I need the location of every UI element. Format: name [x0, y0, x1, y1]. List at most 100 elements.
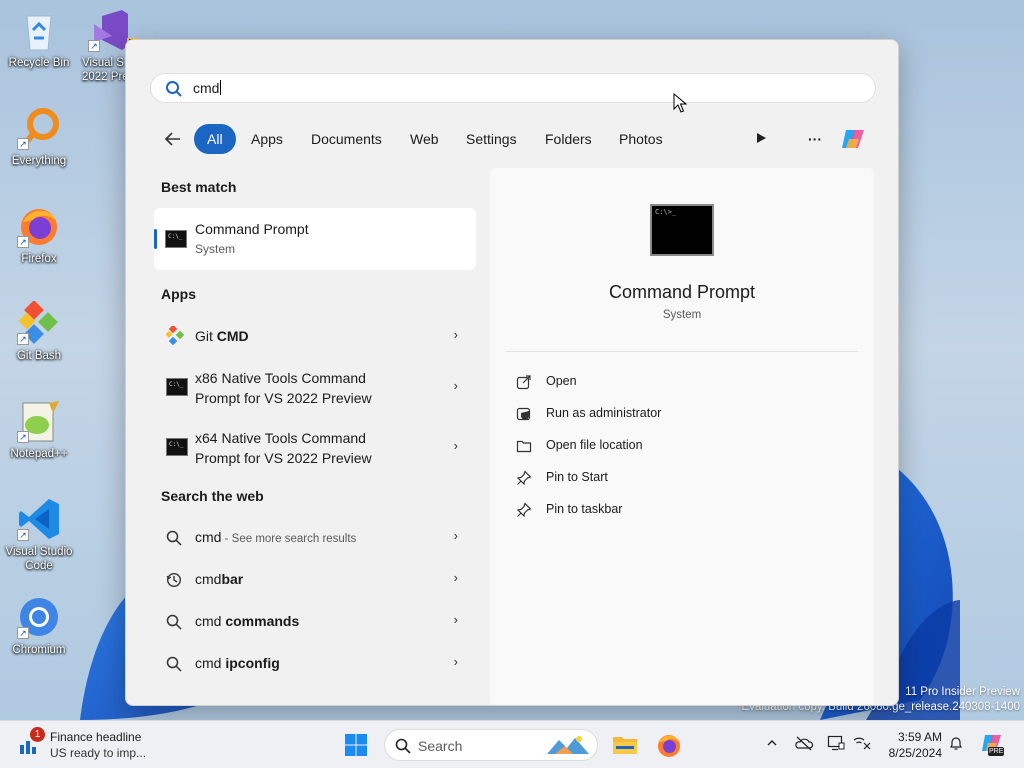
text-caret	[220, 80, 222, 95]
chevron-right-icon[interactable]: ›	[454, 378, 458, 393]
play-icon[interactable]	[750, 128, 772, 150]
result-title-line1: x86 Native Tools Command	[195, 370, 366, 386]
desktop-icon-vscode[interactable]: ↗ Visual Studio Code	[4, 497, 74, 573]
git-cmd-icon	[165, 324, 186, 349]
result-title: Git CMD	[195, 328, 249, 344]
shortcut-arrow-icon: ↗	[17, 627, 29, 639]
filter-chip-all[interactable]: All	[194, 124, 236, 154]
action-open[interactable]: Open	[516, 370, 846, 394]
app-result-x64-native-tools[interactable]: x64 Native Tools Command Prompt for VS 2…	[154, 426, 476, 470]
apps-header: Apps	[161, 286, 196, 302]
taskbar-search[interactable]: Search	[384, 729, 598, 761]
desktop-icon-label: Visual Studio Code	[5, 546, 73, 572]
desktop-icon-label: Firefox	[21, 253, 57, 265]
detail-title: Command Prompt	[608, 282, 756, 302]
action-run-as-administrator[interactable]: Run as administrator	[516, 402, 846, 426]
web-result-cmdbar[interactable]: cmdbar ›	[154, 566, 476, 596]
search-web-header: Search the web	[161, 488, 264, 504]
pin-icon	[516, 470, 532, 486]
recycle-bin-icon	[17, 8, 61, 52]
chevron-right-icon[interactable]: ›	[454, 654, 458, 669]
desktop-icon-label: Chromium	[12, 644, 66, 656]
action-label: Pin to Start	[546, 470, 608, 484]
pin-icon	[516, 502, 532, 518]
evaluation-watermark-line1: 11 Pro Insider Preview	[905, 686, 1020, 698]
result-title-line2: Prompt for VS 2022 Preview	[195, 450, 372, 466]
result-title: cmd commands	[195, 613, 300, 629]
chevron-up-icon[interactable]	[762, 735, 782, 755]
desktop-icon-everything[interactable]: ↗ Everything	[4, 106, 74, 168]
search-query[interactable]: cmd	[193, 80, 222, 96]
firefox-icon: ↗	[17, 204, 61, 248]
search-box[interactable]: cmd	[150, 73, 876, 103]
desktop-icon-chromium[interactable]: ↗ Chromium	[4, 595, 74, 657]
command-prompt-icon	[165, 230, 187, 248]
command-prompt-large-icon	[650, 204, 714, 256]
clock[interactable]: 3:59 AM 8/25/2024	[880, 729, 942, 761]
chevron-right-icon[interactable]: ›	[454, 327, 458, 342]
result-title: cmd - See more search results	[195, 529, 357, 545]
open-icon	[516, 374, 532, 390]
action-label: Open	[546, 374, 577, 388]
onedrive-offline-icon[interactable]	[794, 735, 814, 755]
search-icon	[166, 530, 182, 549]
result-title: Command Prompt	[195, 221, 309, 237]
shortcut-arrow-icon: ↗	[17, 529, 29, 541]
result-title: cmd ipconfig	[195, 655, 280, 671]
web-result-cmd[interactable]: cmd - See more search results ›	[154, 524, 476, 554]
notification-bell-icon[interactable]	[946, 735, 966, 755]
detail-pane: Command Prompt System Open Run as admini…	[490, 168, 874, 705]
back-arrow-icon[interactable]	[162, 128, 184, 150]
action-label: Run as administrator	[546, 406, 662, 420]
action-open-file-location[interactable]: Open file location	[516, 434, 846, 458]
chevron-right-icon[interactable]: ›	[454, 612, 458, 627]
shortcut-arrow-icon: ↗	[17, 333, 29, 345]
firefox-taskbar-icon[interactable]	[656, 732, 682, 758]
action-pin-to-taskbar[interactable]: Pin to taskbar	[516, 498, 846, 522]
shortcut-arrow-icon: ↗	[17, 138, 29, 150]
history-icon	[166, 572, 182, 591]
command-prompt-icon	[166, 438, 188, 456]
desktop-icon-recycle-bin[interactable]: Recycle Bin	[4, 8, 74, 70]
desktop-icon-label: Everything	[11, 155, 67, 167]
git-bash-icon: ↗	[17, 300, 61, 345]
filter-chip-settings[interactable]: Settings	[453, 124, 530, 154]
more-options-icon[interactable]: ···	[804, 128, 826, 150]
copilot-icon[interactable]	[838, 124, 868, 154]
chevron-right-icon[interactable]: ›	[454, 528, 458, 543]
desktop-icon-git-bash[interactable]: ↗ Git Bash	[4, 300, 74, 363]
chevron-right-icon[interactable]: ›	[454, 570, 458, 585]
filter-chip-folders[interactable]: Folders	[532, 124, 605, 154]
pre-badge: PRE	[988, 747, 1005, 756]
search-icon	[395, 738, 411, 757]
search-flyout: cmd All Apps Documents Web Settings Fold…	[125, 39, 899, 706]
desktop-icon-notepad-plus-plus[interactable]: ↗ Notepad++	[4, 399, 74, 461]
desktop-icon-firefox[interactable]: ↗ Firefox	[4, 204, 74, 266]
filter-chip-apps[interactable]: Apps	[238, 124, 296, 154]
clock-date: 8/25/2024	[888, 746, 942, 760]
taskbar-search-label: Search	[418, 738, 463, 754]
web-result-cmd-ipconfig[interactable]: cmd ipconfig ›	[154, 650, 476, 680]
action-pin-to-start[interactable]: Pin to Start	[516, 466, 846, 490]
filter-chip-web[interactable]: Web	[397, 124, 452, 154]
web-result-cmd-commands[interactable]: cmd commands ›	[154, 608, 476, 638]
app-result-git-cmd[interactable]: Git CMD ›	[154, 318, 476, 354]
windows-start-icon[interactable]	[344, 733, 368, 757]
display-icon[interactable]	[826, 735, 846, 755]
result-title: cmdbar	[195, 571, 244, 587]
file-explorer-icon[interactable]	[612, 732, 638, 758]
result-title-line2: Prompt for VS 2022 Preview	[195, 390, 372, 406]
chevron-right-icon[interactable]: ›	[454, 438, 458, 453]
search-icon	[166, 614, 182, 633]
filter-chip-documents[interactable]: Documents	[298, 124, 395, 154]
app-result-x86-native-tools[interactable]: x86 Native Tools Command Prompt for VS 2…	[154, 366, 476, 410]
copilot-pre-icon[interactable]: PRE	[978, 731, 1006, 759]
news-widget[interactable]: 1 Finance headline US ready to imp...	[18, 727, 218, 761]
shortcut-arrow-icon: ↗	[88, 40, 100, 52]
network-volume-icon[interactable]	[852, 735, 872, 755]
search-icon	[166, 656, 182, 675]
mouse-pointer-icon	[673, 92, 688, 116]
best-match-command-prompt[interactable]: Command Prompt System	[154, 208, 476, 270]
filter-chip-photos[interactable]: Photos	[606, 124, 676, 154]
vscode-icon: ↗	[17, 497, 61, 541]
